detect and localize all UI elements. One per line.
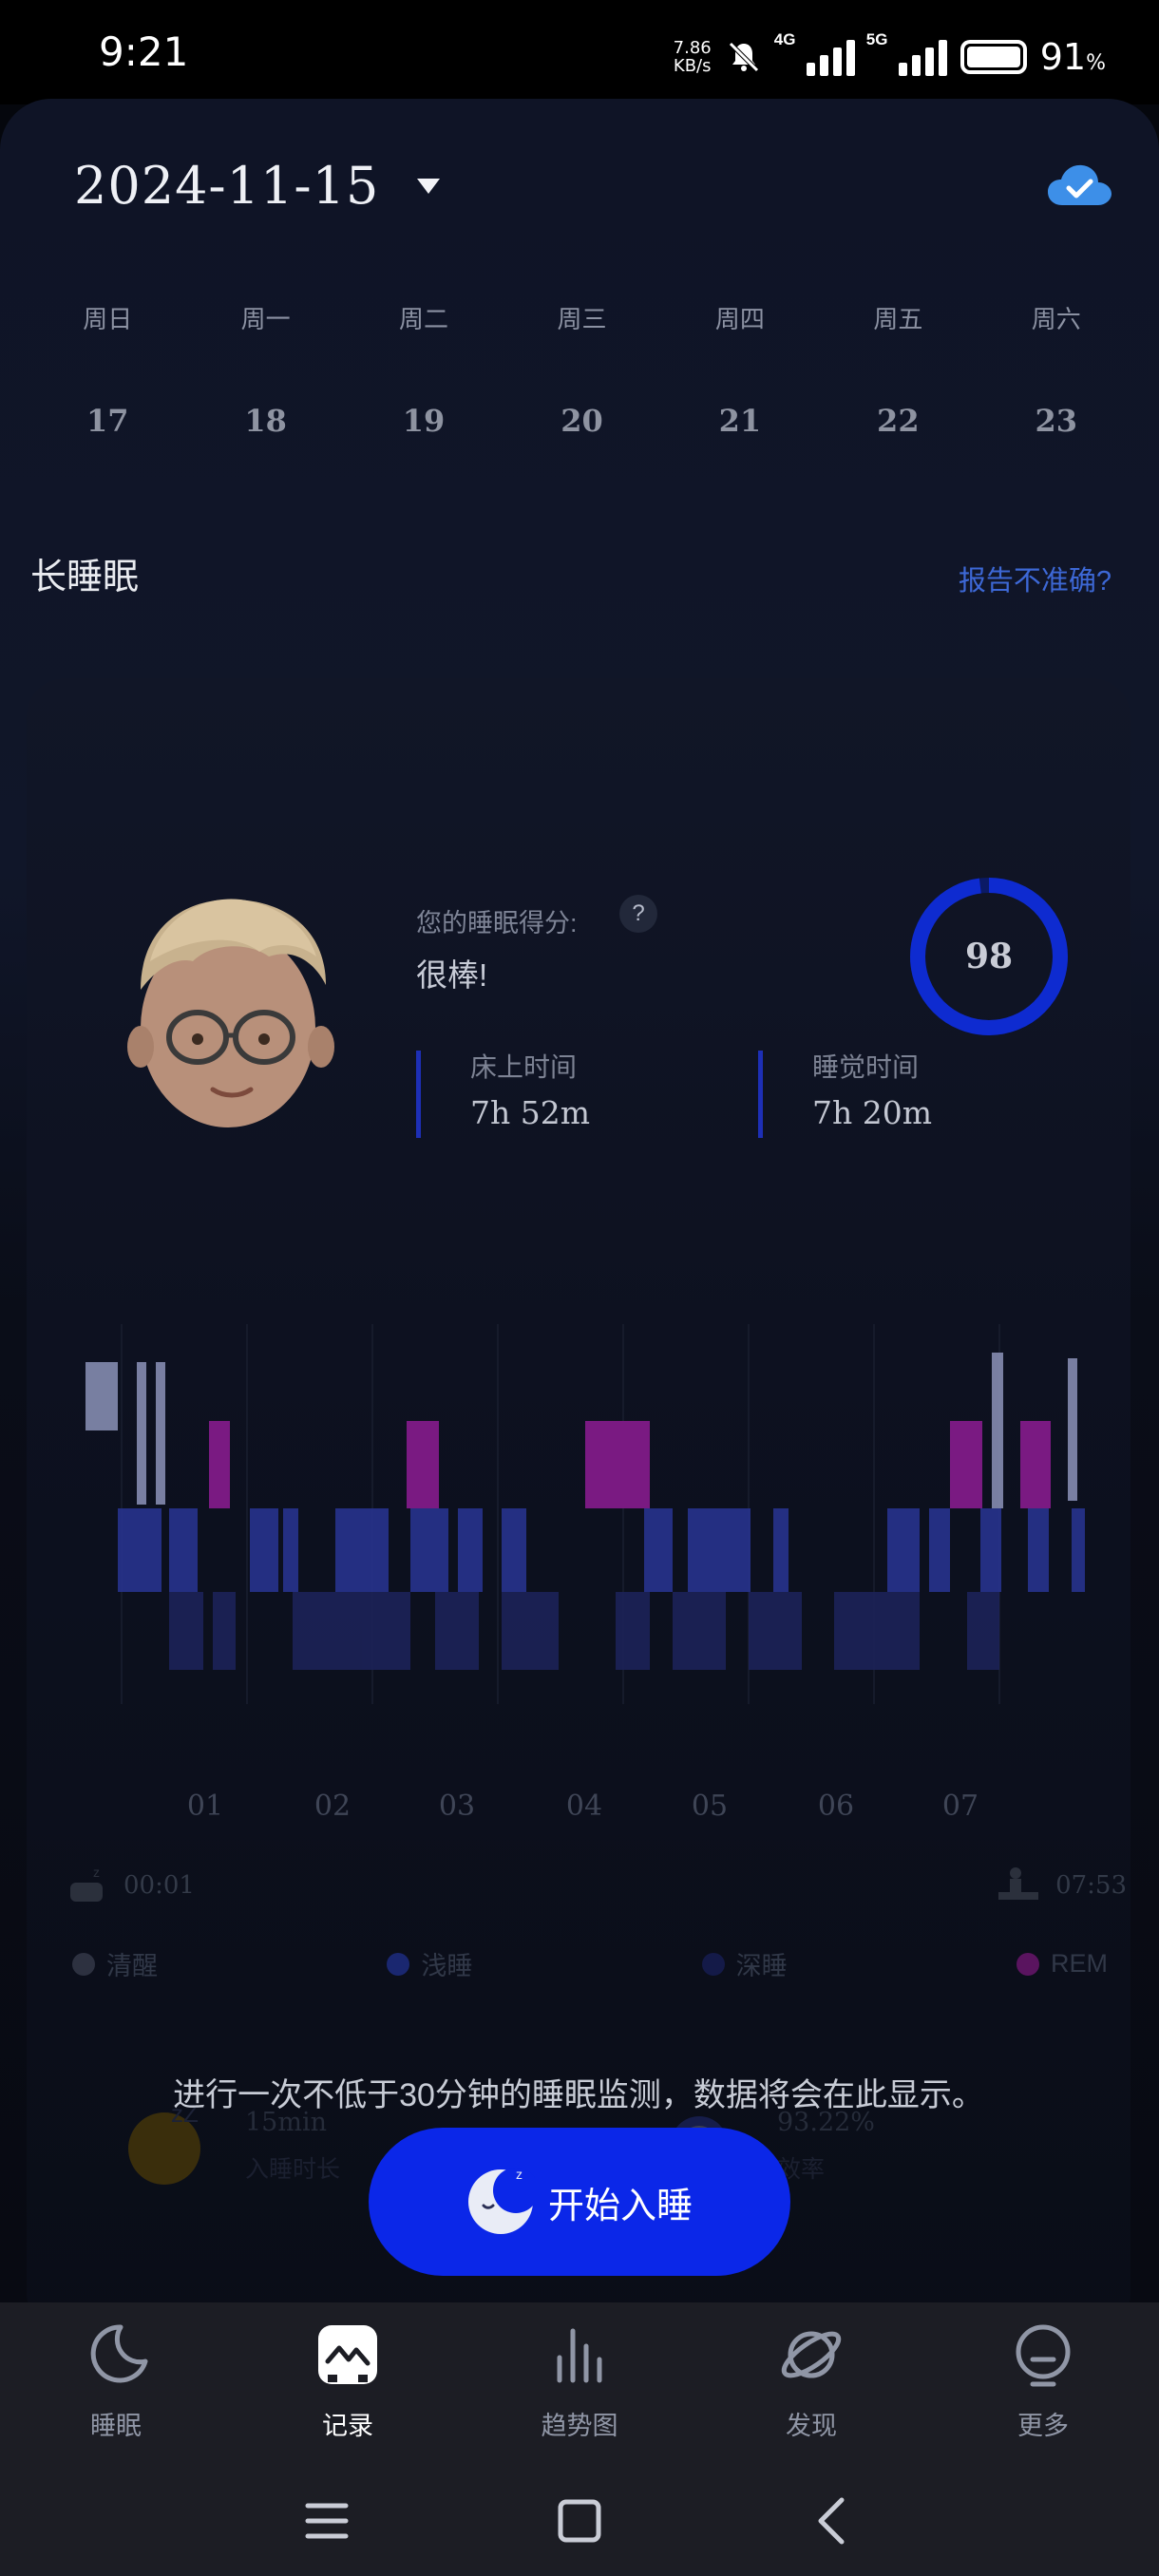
date-selector[interactable]: 2024-11-15 xyxy=(74,156,441,216)
network-speed: 7.86 KB/s xyxy=(673,38,712,76)
help-icon[interactable]: ? xyxy=(619,895,657,933)
legend-awake: 清醒 xyxy=(72,1945,158,1982)
sleep-time-value: 7h 20m xyxy=(812,1094,933,1131)
chart-legend: 清醒 浅睡 深睡 REM xyxy=(72,1945,1108,1982)
legend-deep: 深睡 xyxy=(701,1945,788,1982)
fall-asleep-stat: zZ 15min 入睡时长 xyxy=(122,2103,340,2188)
wake-time: 07:53 xyxy=(995,1864,1127,1907)
record-icon xyxy=(318,2325,377,2384)
nav-sleep[interactable]: 睡眠 xyxy=(0,2302,232,2464)
sleep-time-stat: 睡觉时间 7h 20m xyxy=(758,1051,932,1138)
hour-tick: 06 xyxy=(817,1790,855,1823)
hour-tick: 07 xyxy=(941,1790,979,1823)
calendar-day[interactable]: 20 xyxy=(503,403,660,439)
nav-more[interactable]: 更多 xyxy=(927,2302,1159,2464)
weekday-label: 周四 xyxy=(714,305,765,333)
weekday-label: 周六 xyxy=(1031,305,1081,333)
cell-signal-5g-icon: 5G xyxy=(866,30,947,76)
back-icon[interactable] xyxy=(806,2492,863,2549)
legend-light: 浅睡 xyxy=(387,1945,472,1982)
menu-icon[interactable] xyxy=(298,2492,355,2549)
nav-label: 发现 xyxy=(786,2412,837,2440)
planet-icon xyxy=(781,2331,842,2378)
home-icon[interactable] xyxy=(551,2492,608,2549)
start-sleep-label: 开始入睡 xyxy=(547,2186,693,2226)
main-sheet: 2024-11-15 周日 周一 周二 周三 周四 周五 周六 17 18 19… xyxy=(0,99,1159,2302)
hour-tick: 05 xyxy=(691,1790,729,1823)
nav-discover[interactable]: 发现 xyxy=(695,2302,927,2464)
bed-time-value: 7h 52m xyxy=(470,1094,591,1131)
mute-bell-icon xyxy=(728,42,759,72)
bed-zzz-icon: z xyxy=(70,1865,103,1902)
moon-icon xyxy=(90,2324,148,2383)
nav-label: 更多 xyxy=(1017,2412,1069,2440)
sleep-time-label: 睡觉时间 xyxy=(812,1052,920,1082)
calendar-day[interactable]: 22 xyxy=(819,403,977,439)
nav-label: 记录 xyxy=(322,2412,373,2440)
bed-time-stat: 床上时间 7h 52m xyxy=(416,1051,590,1138)
calendar-day[interactable]: 17 xyxy=(28,403,186,439)
wake-up-icon xyxy=(998,1867,1039,1900)
avatar xyxy=(127,899,334,1127)
start-sleep-button[interactable]: z 开始入睡 xyxy=(369,2128,790,2276)
dropdown-caret-icon xyxy=(417,178,441,194)
date-label: 2024-11-15 xyxy=(74,156,380,216)
day-row: 17 18 19 20 21 22 23 xyxy=(28,403,1135,439)
hour-tick: 03 xyxy=(438,1790,476,1823)
svg-text:z: z xyxy=(93,1865,100,1880)
calendar-day[interactable]: 18 xyxy=(186,403,344,439)
calendar-day[interactable]: 19 xyxy=(345,403,503,439)
score-label: 您的睡眠得分: xyxy=(416,909,578,938)
section-title: 长睡眠 xyxy=(30,558,140,597)
sleep-stage-chart xyxy=(86,1324,1085,1704)
efficiency-label: 效率 xyxy=(777,2155,826,2183)
moon-sleep-icon: z xyxy=(467,2168,535,2234)
sleep-report-card: 您的睡眠得分: ? 很棒! 98 床上时间 7h 52m 睡觉时间 7h 20m xyxy=(27,678,1130,2302)
trend-icon xyxy=(557,2328,602,2383)
more-icon xyxy=(1016,2324,1071,2387)
svg-text:z: z xyxy=(516,2168,522,2182)
status-icons: 7.86 KB/s 4G 5G 91% xyxy=(674,28,1106,85)
bed-time-label: 床上时间 xyxy=(470,1052,578,1082)
nav-label: 趋势图 xyxy=(541,2412,618,2440)
hour-tick: 04 xyxy=(565,1790,603,1823)
battery-icon xyxy=(960,40,1027,74)
sleep-score: 98 xyxy=(964,937,1014,976)
calendar-day[interactable]: 21 xyxy=(661,403,819,439)
hour-axis: 01 02 03 04 05 06 07 xyxy=(27,1790,1130,1828)
score-rating: 很棒! xyxy=(416,957,488,993)
calendar-day[interactable]: 23 xyxy=(978,403,1135,439)
hour-tick: 02 xyxy=(314,1790,352,1823)
weekday-label: 周三 xyxy=(557,305,607,333)
sleepy-face-icon: zZ xyxy=(128,2103,200,2185)
fall-asleep-label: 入睡时长 xyxy=(245,2155,341,2183)
status-time: 9:21 xyxy=(99,28,189,75)
cell-signal-4g-icon: 4G xyxy=(774,30,855,76)
hour-tick: 01 xyxy=(186,1790,224,1823)
report-inaccurate-link[interactable]: 报告不准确? xyxy=(959,559,1112,598)
status-bar: 9:21 7.86 KB/s 4G 5G 91% xyxy=(0,0,1159,104)
weekday-label: 周五 xyxy=(873,305,923,333)
no-data-message: 进行一次不低于30分钟的睡眠监测，数据将会在此显示。 xyxy=(173,2077,984,2113)
sleep-start-time: 00:01 xyxy=(124,1871,195,1900)
cloud-sync-icon[interactable] xyxy=(1045,160,1115,213)
legend-rem: REM xyxy=(1016,1945,1108,1982)
bottom-nav: 睡眠 记录 趋势图 发现 更多 xyxy=(0,2302,1159,2464)
nav-trend[interactable]: 趋势图 xyxy=(464,2302,695,2464)
weekday-row: 周日 周一 周二 周三 周四 周五 周六 xyxy=(28,300,1135,335)
system-nav-bar xyxy=(0,2464,1159,2576)
sleep-start: z 00:01 xyxy=(66,1864,195,1907)
nav-label: 睡眠 xyxy=(90,2412,142,2440)
nav-record[interactable]: 记录 xyxy=(232,2302,464,2464)
weekday-label: 周一 xyxy=(240,305,291,333)
battery-percent: 91% xyxy=(1039,36,1106,78)
weekday-label: 周二 xyxy=(399,305,449,333)
weekday-label: 周日 xyxy=(83,305,133,333)
wake-up-time: 07:53 xyxy=(1055,1871,1127,1900)
